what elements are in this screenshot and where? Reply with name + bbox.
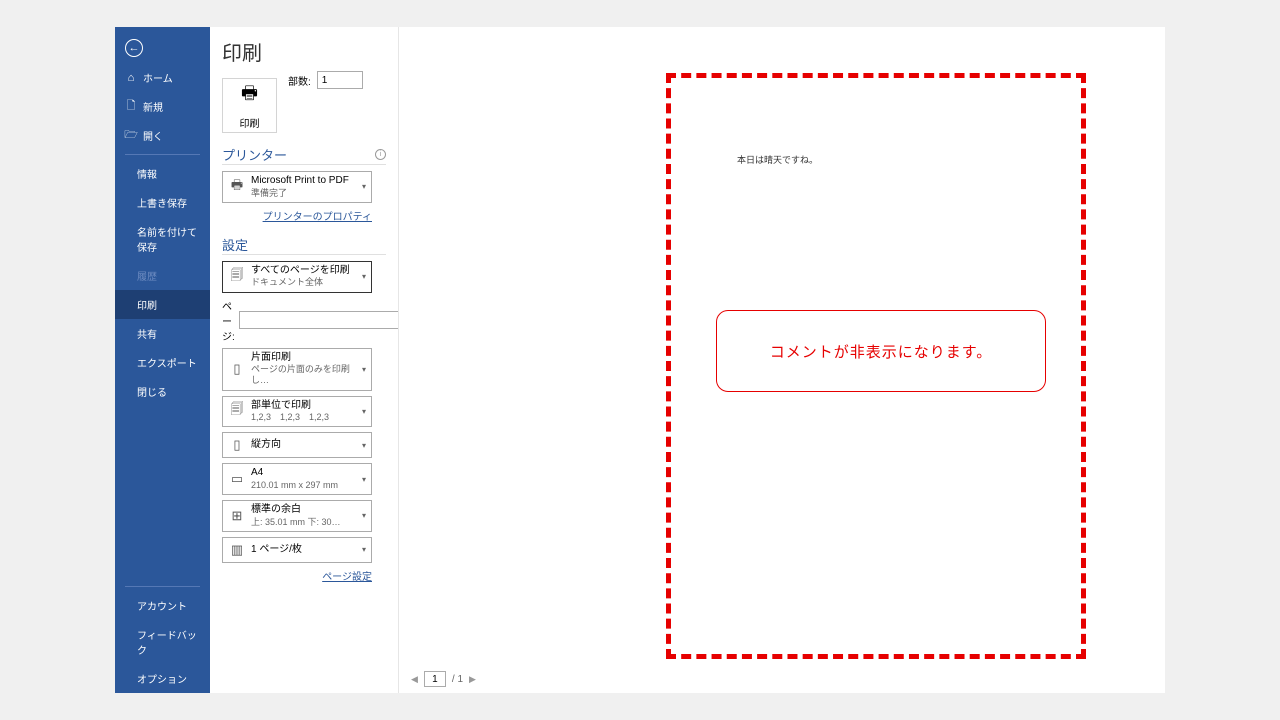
page-preview: 本日は晴天ですね。 コメントが非表示になります。 [666,73,1086,659]
printer-dropdown[interactable]: 🖶 Microsoft Print to PDF 準備完了 ▾ [222,171,372,203]
portrait-icon: ▯ [228,436,246,454]
nav-save[interactable]: 上書き保存 [115,188,210,217]
collate-dropdown[interactable]: 🗐 部単位で印刷 1,2,3 1,2,3 1,2,3 ▾ [222,396,372,428]
single-side-icon: ▯ [228,360,246,378]
print-button-label: 印刷 [240,115,260,130]
nav-export[interactable]: エクスポート [115,348,210,377]
nav-feedback[interactable]: フィードバック [115,620,210,664]
orientation-dropdown[interactable]: ▯ 縦方向 ▾ [222,432,372,458]
settings-section-title: 設定 [222,235,386,255]
nav-history: 履歴 [115,261,210,290]
info-icon[interactable]: i [375,149,386,160]
nav-home[interactable]: ⌂ ホーム [115,63,210,92]
nav-open-label: 開く [143,128,163,143]
printer-section-title: プリンター i [222,145,386,165]
chevron-down-icon: ▾ [362,545,366,554]
page-title: 印刷 [222,37,386,66]
paper-icon: ▭ [228,470,246,488]
chevron-down-icon: ▾ [362,365,366,374]
nav-options[interactable]: オプション [115,664,210,693]
chevron-down-icon: ▾ [362,475,366,484]
chevron-down-icon: ▾ [362,511,366,520]
folder-open-icon: 🗁 [125,130,137,142]
paper-size-dropdown[interactable]: ▭ A4 210.01 mm x 297 mm ▾ [222,463,372,495]
page-icon: 🗐 [228,268,246,286]
print-range-dropdown[interactable]: 🗐 すべてのページを印刷 ドキュメント全体 ▾ [222,261,372,293]
page-setup-link[interactable]: ページ設定 [322,572,372,583]
margins-dropdown[interactable]: ⊞ 標準の余白 上: 35.01 mm 下: 30… ▾ [222,500,372,532]
nav-info[interactable]: 情報 [115,159,210,188]
printer-status: 準備完了 [251,188,357,199]
prev-page-button[interactable]: ◀ [411,674,418,685]
home-icon: ⌂ [125,72,137,84]
printer-name: Microsoft Print to PDF [251,175,357,188]
document-icon: 🗋 [125,101,137,113]
chevron-down-icon: ▾ [362,272,366,281]
print-preview-panel: 本日は晴天ですね。 コメントが非表示になります。 ◀ / 1 ▶ [398,27,1165,693]
printer-icon: 🖶 [241,81,258,111]
back-button[interactable]: ← [115,33,210,63]
nav-new-label: 新規 [143,99,163,114]
back-arrow-icon: ← [125,39,143,57]
nav-open[interactable]: 🗁 開く [115,121,210,150]
copies-label: 部数: [288,73,311,88]
sheet-icon: ▥ [228,541,246,559]
chevron-down-icon: ▾ [362,407,366,416]
next-page-button[interactable]: ▶ [469,674,476,685]
collate-icon: 🗐 [228,402,246,420]
printer-device-icon: 🖶 [228,178,246,196]
copies-row: 部数: [288,71,363,89]
total-pages-label: / 1 [452,674,463,685]
pages-per-sheet-dropdown[interactable]: ▥ 1 ページ/枚 ▾ [222,537,372,563]
print-options-panel: 印刷 🖶 印刷 部数: プリンター i 🖶 Microsoft Print to… [210,27,398,693]
nav-new[interactable]: 🗋 新規 [115,92,210,121]
chevron-down-icon: ▾ [362,441,366,450]
chevron-down-icon: ▾ [362,182,366,191]
copies-input[interactable] [317,71,363,89]
nav-save-as[interactable]: 名前を付けて保存 [115,217,210,261]
print-button[interactable]: 🖶 印刷 [222,78,277,133]
page-navigation: ◀ / 1 ▶ [411,671,476,687]
nav-account[interactable]: アカウント [115,591,210,620]
document-body-text: 本日は晴天ですね。 [737,153,818,166]
backstage-sidebar: ← ⌂ ホーム 🗋 新規 🗁 開く 情報 上書き保存 名前を付けて保存 履歴 印… [115,27,210,693]
margins-icon: ⊞ [228,507,246,525]
pages-input[interactable] [239,311,418,329]
nav-print[interactable]: 印刷 [115,290,210,319]
current-page-input[interactable] [424,671,446,687]
pages-label: ページ: [222,298,235,343]
annotation-callout: コメントが非表示になります。 [716,310,1046,392]
printer-properties-link[interactable]: プリンターのプロパティ [263,212,372,223]
duplex-dropdown[interactable]: ▯ 片面印刷 ページの片面のみを印刷し… ▾ [222,348,372,391]
nav-home-label: ホーム [143,70,173,85]
nav-close[interactable]: 閉じる [115,377,210,406]
nav-share[interactable]: 共有 [115,319,210,348]
